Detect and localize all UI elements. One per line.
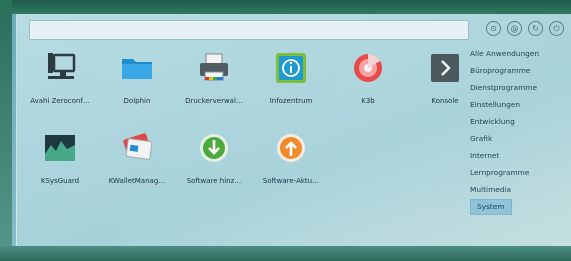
- app-kwalletmanager[interactable]: KWalletManag…: [97, 130, 177, 200]
- app-label: Druckerverwal…: [185, 97, 243, 105]
- category-item[interactable]: Internet: [466, 147, 570, 164]
- app-infozentrum[interactable]: Infozentrum: [251, 50, 331, 120]
- printer-icon: [200, 53, 228, 81]
- wallet-icon: [123, 133, 153, 160]
- category-item-selected[interactable]: System: [470, 199, 512, 215]
- info-icon: [276, 53, 306, 83]
- app-label: K3b: [361, 97, 375, 105]
- app-druckerverwaltung[interactable]: Druckerverwal…: [174, 50, 254, 120]
- app-label: Avahi Zeroconf…: [30, 97, 90, 105]
- install-software-icon: [200, 134, 228, 162]
- app-dolphin[interactable]: Dolphin: [97, 50, 177, 120]
- settings-circle-icon[interactable]: ⊙: [486, 21, 501, 36]
- category-item[interactable]: Multimedia: [466, 181, 570, 198]
- screen-bezel-left: [0, 0, 12, 261]
- app-software-aktualisierung[interactable]: Software-Aktu…: [251, 130, 331, 200]
- screen-bezel-top: [0, 0, 571, 14]
- app-label: Software hinz…: [186, 177, 242, 185]
- app-label: Software-Aktu…: [262, 177, 320, 185]
- category-item[interactable]: Dienstprogramme: [466, 79, 570, 96]
- app-label: KSysGuard: [40, 177, 80, 185]
- category-item[interactable]: Lernprogramme: [466, 164, 570, 181]
- user-circle-icon[interactable]: @: [507, 21, 522, 36]
- folder-icon: [122, 59, 152, 79]
- app-label: KWalletManag…: [108, 177, 166, 185]
- category-list: Alle Anwendungen Büroprogramme Dienstpro…: [466, 45, 570, 215]
- search-input[interactable]: [29, 20, 469, 40]
- screen-bezel-bottom: [0, 246, 571, 261]
- software-update-icon: [277, 134, 305, 162]
- category-item[interactable]: Einstellungen: [466, 96, 570, 113]
- app-avahi[interactable]: Avahi Zeroconf…: [20, 50, 100, 120]
- category-item[interactable]: Büroprogramme: [466, 62, 570, 79]
- refresh-icon[interactable]: ↻: [528, 21, 543, 36]
- session-toolbar: ⊙ @ ↻ ⏻: [486, 21, 564, 41]
- app-label: Dolphin: [123, 97, 151, 105]
- app-software-hinzufuegen[interactable]: Software hinz…: [174, 130, 254, 200]
- category-item[interactable]: Grafik: [466, 130, 570, 147]
- category-item[interactable]: Alle Anwendungen: [466, 45, 570, 62]
- network-computer-icon: [48, 53, 76, 79]
- category-item[interactable]: Entwicklung: [466, 113, 570, 130]
- app-ksysguard[interactable]: KSysGuard: [20, 130, 100, 200]
- app-k3b[interactable]: K3b: [328, 50, 408, 120]
- power-icon[interactable]: ⏻: [549, 21, 564, 36]
- system-monitor-icon: [45, 135, 75, 161]
- terminal-icon: [431, 54, 459, 82]
- disc-burner-icon: [354, 54, 382, 82]
- app-label: Infozentrum: [269, 97, 313, 105]
